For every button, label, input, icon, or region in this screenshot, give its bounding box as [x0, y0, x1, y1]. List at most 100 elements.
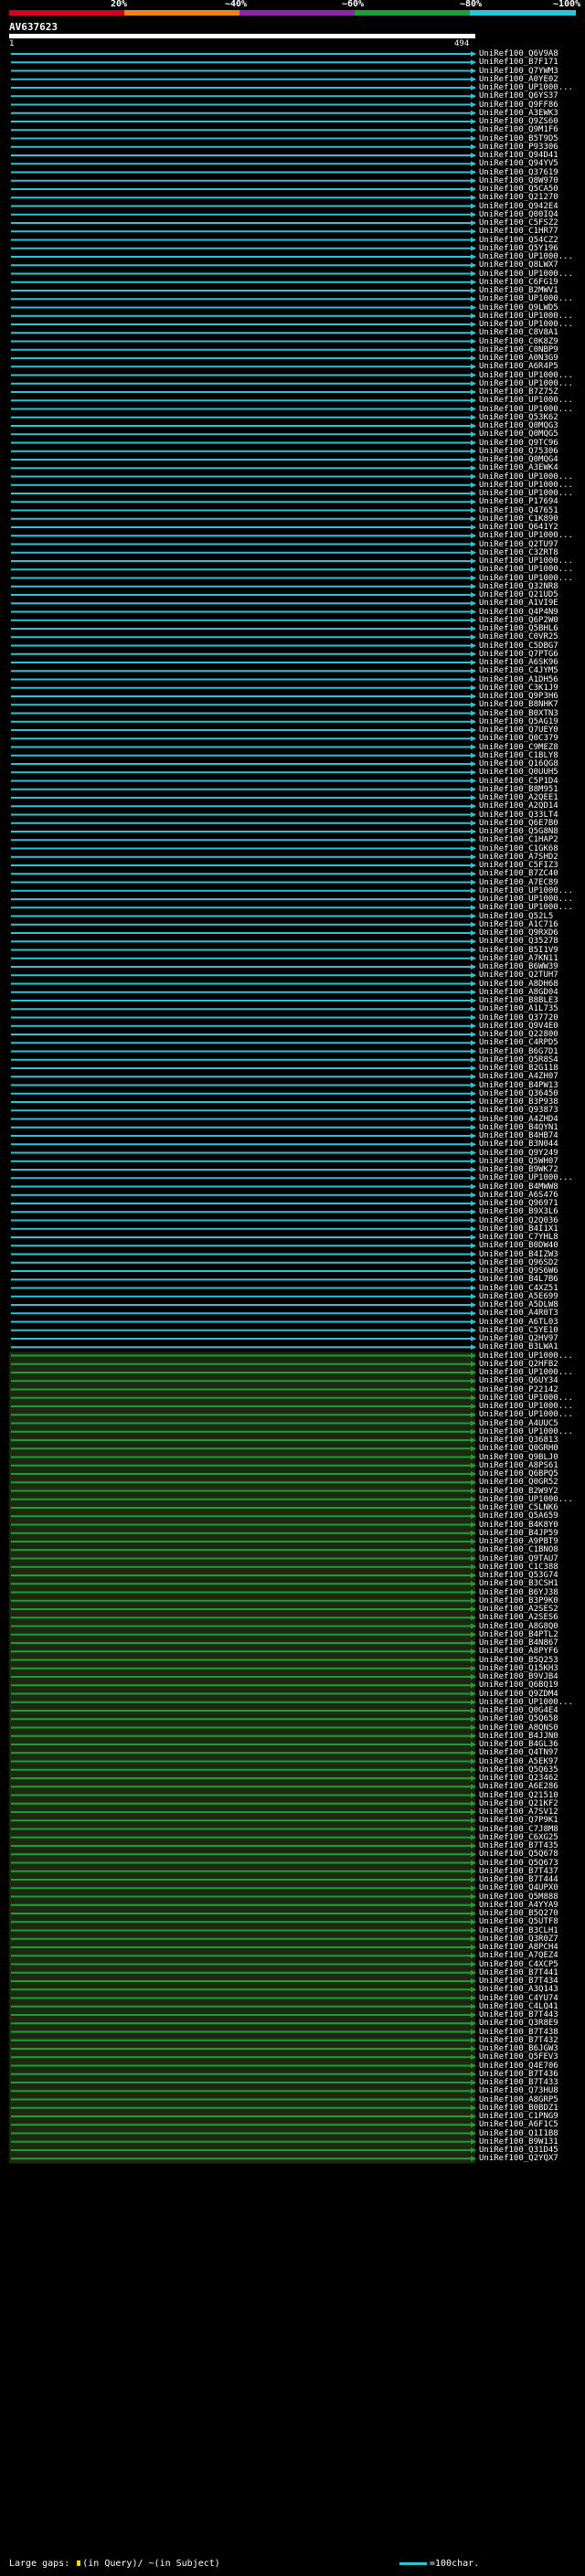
hit-direction-arrow-icon — [471, 1251, 476, 1257]
hit-direction-arrow-icon — [471, 245, 476, 251]
hit-direction-arrow-icon — [471, 1167, 476, 1172]
hit-direction-arrow-icon — [471, 1056, 476, 1063]
hit-direction-arrow-icon — [471, 465, 476, 472]
hit-direction-arrow-icon — [471, 203, 476, 209]
hit-direction-arrow-icon — [471, 457, 476, 462]
hit-direction-arrow-icon — [471, 1285, 476, 1291]
hit-direction-arrow-icon — [471, 85, 476, 90]
hit-direction-arrow-icon — [471, 195, 476, 201]
hit-direction-arrow-icon — [471, 237, 476, 243]
large-gaps-label: Large gaps: — [9, 2559, 70, 2569]
hit-direction-arrow-icon — [471, 626, 476, 631]
hit-direction-arrow-icon — [471, 567, 476, 573]
hit-direction-arrow-icon — [471, 592, 476, 598]
hit-direction-arrow-icon — [471, 558, 476, 564]
hit-direction-arrow-icon — [471, 491, 476, 496]
hit-direction-arrow-icon — [471, 1201, 476, 1206]
hit-direction-arrow-icon — [471, 288, 476, 293]
hit-direction-arrow-icon — [471, 634, 476, 641]
hit-direction-arrow-icon — [471, 651, 476, 657]
hit-direction-arrow-icon — [471, 1243, 476, 1249]
hit-direction-arrow-icon — [471, 270, 476, 277]
hit-direction-arrow-icon — [471, 1217, 476, 1224]
hit-direction-arrow-icon — [471, 211, 476, 217]
hit-direction-arrow-icon — [471, 1302, 476, 1308]
hit-direction-arrow-icon — [471, 482, 476, 488]
hit-direction-arrow-icon — [471, 1040, 476, 1046]
hit-direction-arrow-icon — [471, 1293, 476, 1299]
hit-direction-arrow-icon — [471, 101, 476, 108]
hit-direction-arrow-icon — [471, 642, 476, 649]
hit-direction-arrow-icon — [471, 220, 476, 226]
hit-direction-arrow-icon — [471, 153, 476, 158]
hit-direction-arrow-icon — [471, 829, 476, 834]
hit-direction-arrow-icon — [471, 1099, 476, 1105]
hit-direction-arrow-icon — [471, 533, 476, 539]
hit-direction-arrow-icon — [471, 1319, 476, 1325]
hit-direction-arrow-icon — [471, 1108, 476, 1114]
hit-direction-arrow-icon — [471, 1192, 476, 1198]
scale-legend: =100char. — [399, 2559, 479, 2570]
hit-direction-arrow-icon — [471, 660, 476, 665]
hit-direction-arrow-icon — [471, 955, 476, 961]
hit-direction-arrow-icon — [471, 135, 476, 142]
hit-direction-arrow-icon — [471, 119, 476, 124]
hit-direction-arrow-icon — [471, 515, 476, 522]
hit-direction-arrow-icon — [471, 1344, 476, 1351]
hit-direction-arrow-icon — [471, 718, 476, 725]
hit-direction-arrow-icon — [471, 406, 476, 412]
hit-direction-arrow-icon — [471, 296, 476, 302]
hit-direction-arrow-icon — [471, 972, 476, 979]
hit-direction-arrow-icon — [471, 304, 476, 311]
hit-direction-arrow-icon — [471, 769, 476, 776]
hit-direction-arrow-icon — [471, 68, 476, 74]
hit-direction-arrow-icon — [471, 694, 476, 699]
hit-direction-arrow-icon — [471, 1023, 476, 1029]
hit-direction-arrow-icon — [471, 1175, 476, 1182]
hit-direction-arrow-icon — [471, 736, 476, 742]
hit-direction-arrow-icon — [471, 998, 476, 1003]
hit-direction-arrow-icon — [471, 143, 476, 150]
hit-direction-arrow-icon — [471, 1082, 476, 1088]
hit-direction-arrow-icon — [471, 947, 476, 953]
in-query-label: (in Query)/ — [82, 2559, 144, 2569]
hit-direction-arrow-icon — [471, 1277, 476, 1283]
hit-direction-arrow-icon — [471, 600, 476, 607]
hit-direction-arrow-icon — [471, 169, 476, 175]
hit-direction-arrow-icon — [471, 499, 476, 505]
hit-direction-arrow-icon — [471, 1116, 476, 1122]
hit-direction-arrow-icon — [471, 1327, 476, 1333]
hit-direction-arrow-icon — [471, 803, 476, 810]
hit-direction-arrow-icon — [471, 905, 476, 911]
hit-direction-arrow-icon — [471, 778, 476, 784]
hit-direction-arrow-icon — [471, 853, 476, 860]
hit-direction-arrow-icon — [471, 1006, 476, 1012]
hit-direction-arrow-icon — [471, 414, 476, 420]
hit-direction-arrow-icon — [471, 372, 476, 378]
hit-direction-arrow-icon — [471, 795, 476, 800]
hit-direction-arrow-icon — [471, 668, 476, 674]
hit-direction-arrow-icon — [471, 440, 476, 446]
hit-direction-arrow-icon — [471, 811, 476, 818]
hit-direction-arrow-icon — [471, 525, 476, 530]
hit-label[interactable]: UniRef100_Q2YQX7 — [479, 2154, 558, 2163]
hit-direction-arrow-icon — [471, 228, 476, 235]
hit-direction-arrow-icon — [471, 887, 476, 894]
hit-direction-arrow-icon — [471, 1268, 476, 1274]
hit-direction-arrow-icon — [471, 473, 476, 480]
hit-direction-arrow-icon — [471, 330, 476, 336]
hit-direction-arrow-icon — [471, 1183, 476, 1190]
hit-direction-arrow-icon — [471, 423, 476, 429]
hit-direction-arrow-icon — [471, 989, 476, 995]
in-subject-label: ~(in Subject) — [148, 2559, 220, 2569]
hit-direction-arrow-icon — [471, 313, 476, 319]
hit-direction-arrow-icon — [471, 964, 476, 970]
hit-direction-arrow-icon — [471, 322, 476, 327]
hit-direction-arrow-icon — [471, 110, 476, 116]
hit-direction-arrow-icon — [471, 76, 476, 82]
hit-direction-arrow-icon — [471, 1336, 476, 1341]
hit-direction-arrow-icon — [471, 879, 476, 885]
hit-direction-arrow-icon — [471, 609, 476, 615]
hit-direction-arrow-icon — [471, 549, 476, 556]
hit-direction-arrow-icon — [471, 617, 476, 623]
